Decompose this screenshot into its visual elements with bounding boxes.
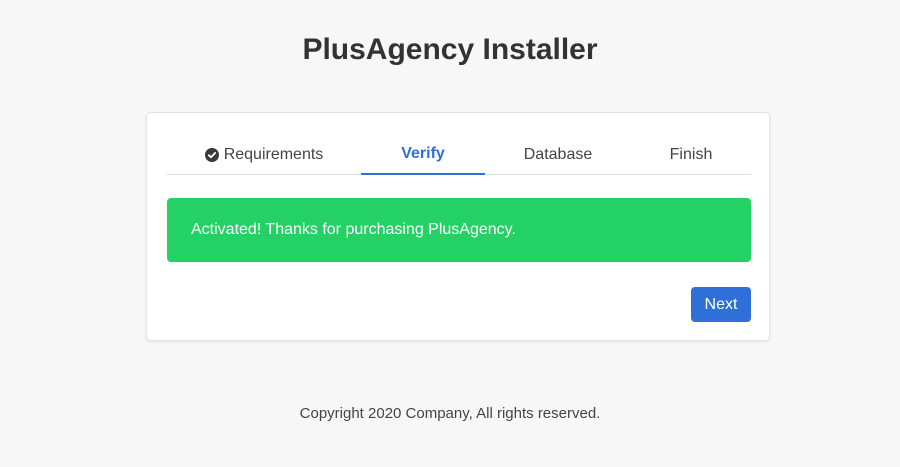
tab-requirements-label: Requirements	[223, 145, 324, 163]
tab-database-label: Database	[523, 145, 593, 163]
tab-verify[interactable]: Verify	[361, 135, 485, 175]
success-alert: Activated! Thanks for purchasing PlusAge…	[167, 198, 751, 262]
tab-requirements[interactable]: Requirements	[167, 135, 361, 174]
page-title: PlusAgency Installer	[302, 33, 598, 66]
installer-card: Requirements Verify Database Finish Acti…	[146, 112, 770, 341]
footer-copyright: Copyright 2020 Company, All rights reser…	[299, 405, 601, 422]
tab-finish-label: Finish	[669, 145, 713, 163]
success-alert-message: Activated! Thanks for purchasing PlusAge…	[191, 221, 516, 238]
tab-verify-label: Verify	[401, 145, 445, 162]
check-circle-icon	[204, 147, 219, 162]
tab-finish[interactable]: Finish	[631, 135, 751, 174]
tab-database[interactable]: Database	[485, 135, 631, 174]
next-button[interactable]: Next	[691, 287, 751, 322]
installer-page: PlusAgency Installer Requirements Verify…	[0, 0, 900, 467]
step-tabs: Requirements Verify Database Finish	[167, 135, 751, 175]
